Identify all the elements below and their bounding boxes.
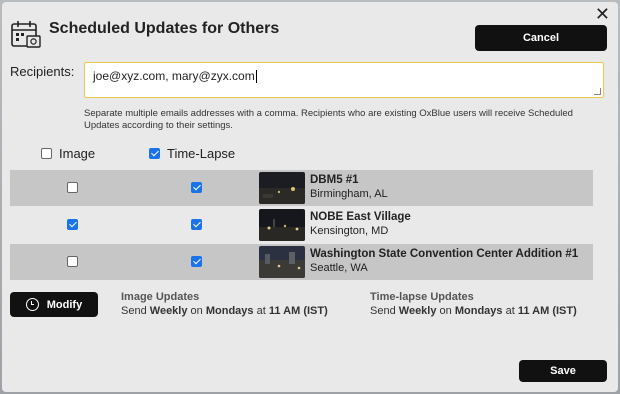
save-button[interactable]: Save [519, 360, 607, 382]
image-updates-title: Image Updates [121, 291, 200, 303]
camera-name: DBM5 #1 [310, 174, 359, 186]
image-column-checkbox[interactable] [41, 148, 52, 159]
timelapse-updates-title: Time-lapse Updates [370, 291, 474, 303]
camera-location: Birmingham, AL [310, 188, 388, 200]
recipients-input[interactable]: joe@xyz.com, mary@zyx.com [84, 62, 604, 98]
camera-thumbnail [259, 209, 305, 241]
camera-location: Kensington, MD [310, 225, 389, 237]
camera-timelapse-checkbox[interactable] [191, 219, 202, 230]
cancel-button[interactable]: Cancel [475, 25, 607, 51]
dialog-title: Scheduled Updates for Others [49, 20, 280, 37]
camera-thumbnail [259, 246, 305, 278]
camera-thumbnail [259, 172, 305, 204]
recipients-label: Recipients: [10, 64, 75, 79]
timelapse-updates-schedule: Send Weekly on Mondays at 11 AM (IST) [370, 305, 577, 317]
camera-image-checkbox[interactable] [67, 256, 78, 267]
resize-handle-icon[interactable] [594, 88, 601, 95]
timelapse-column-checkbox[interactable] [149, 148, 160, 159]
timelapse-column-label: Time-Lapse [167, 146, 236, 161]
camera-image-checkbox[interactable] [67, 219, 78, 230]
camera-row: DBM5 #1 Birmingham, AL [10, 170, 593, 206]
recipients-value: joe@xyz.com, mary@zyx.com [93, 69, 255, 83]
camera-timelapse-checkbox[interactable] [191, 256, 202, 267]
calendar-icon [11, 21, 41, 48]
camera-row: Washington State Convention Center Addit… [10, 244, 593, 280]
close-icon[interactable]: ✕ [595, 4, 610, 24]
image-column-label: Image [59, 146, 96, 161]
modify-label: Modify [46, 298, 83, 311]
camera-name: NOBE East Village [310, 211, 411, 223]
camera-name: Washington State Convention Center Addit… [310, 248, 579, 260]
clock-icon [25, 298, 39, 311]
camera-timelapse-checkbox[interactable] [191, 182, 202, 193]
camera-row: NOBE East Village Kensington, MD [10, 207, 593, 243]
camera-location: Seattle, WA [310, 262, 368, 274]
camera-image-checkbox[interactable] [67, 182, 78, 193]
scheduled-updates-dialog: ✕ Scheduled Updates for Others Cancel Re… [2, 2, 618, 392]
modify-button[interactable]: Modify [10, 292, 98, 317]
image-updates-schedule: Send Weekly on Mondays at 11 AM (IST) [121, 305, 328, 317]
recipients-help-text: Separate multiple emails addresses with … [84, 108, 573, 131]
text-caret [255, 70, 257, 84]
